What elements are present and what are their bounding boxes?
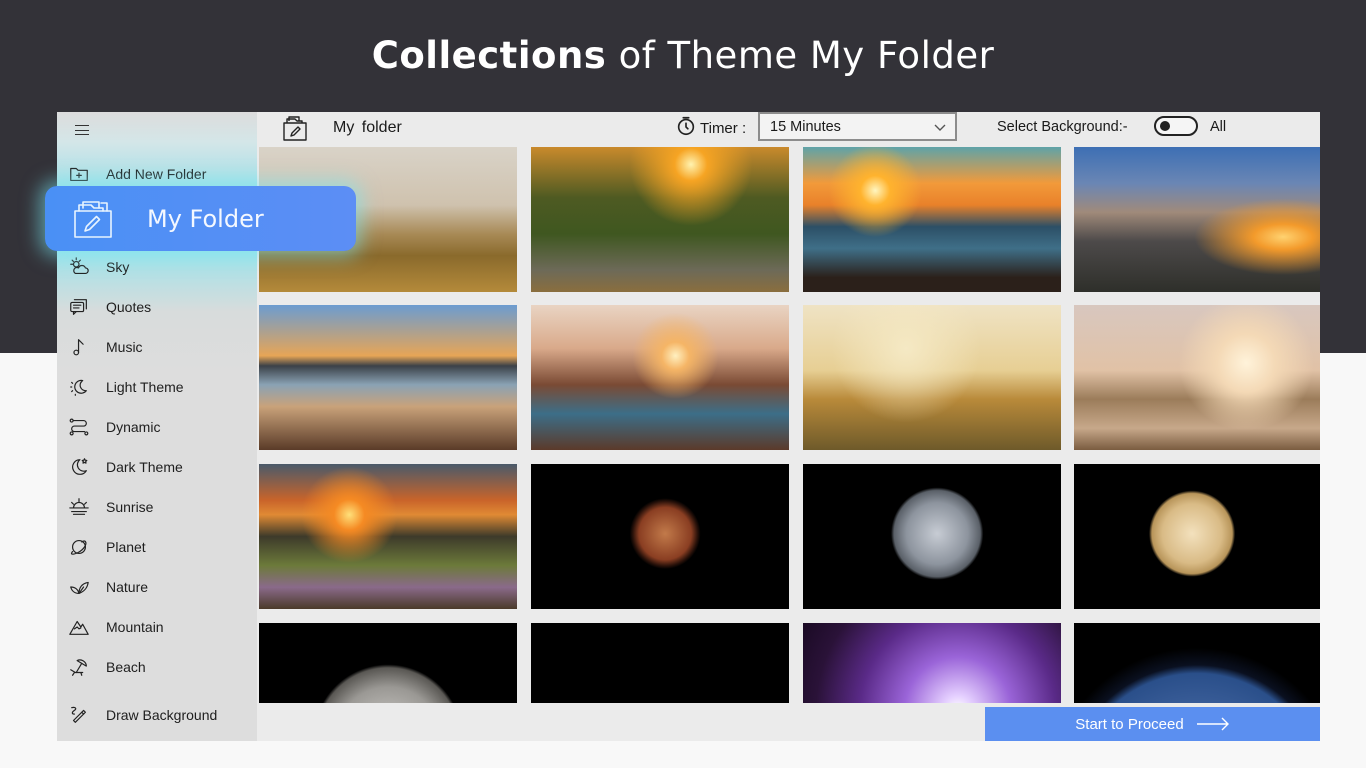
toggle-knob bbox=[1160, 121, 1170, 131]
sidebar-item-label: Light Theme bbox=[106, 379, 184, 395]
toolbar: My folder Timer : 15 Minutes Select Back… bbox=[257, 112, 1320, 144]
thumbnail-clouds-mountains-sunset[interactable] bbox=[1074, 147, 1320, 292]
timer-dropdown[interactable]: 15 Minutes bbox=[758, 112, 957, 141]
sidebar-item-mountain[interactable]: Mountain bbox=[57, 609, 257, 645]
chevron-down-icon bbox=[933, 120, 947, 134]
thumbnail-solar-flare-sun[interactable] bbox=[803, 623, 1061, 703]
thumbnail-grid bbox=[259, 147, 1320, 703]
sidebar-item-label: Nature bbox=[106, 579, 149, 595]
timer-dropdown-value: 15 Minutes bbox=[770, 118, 841, 135]
background-toggle[interactable] bbox=[1154, 116, 1198, 136]
folder-title: My folder bbox=[333, 119, 402, 136]
sidebar-item-beach[interactable]: Beach bbox=[57, 649, 257, 685]
sidebar-item-planet[interactable]: Planet bbox=[57, 529, 257, 565]
sidebar-item-dynamic[interactable]: Dynamic bbox=[57, 409, 257, 445]
promo-title-bold: Collections bbox=[371, 34, 607, 77]
timer-label: Timer : bbox=[700, 119, 747, 137]
draw-background-button[interactable]: Draw Background bbox=[57, 697, 257, 733]
promo-title-rest: of Theme My Folder bbox=[618, 34, 995, 77]
music-note-icon bbox=[67, 335, 91, 359]
thumbnail-beach-grass-sunset[interactable] bbox=[1074, 305, 1320, 450]
sidebar-item-label: Dark Theme bbox=[106, 459, 183, 475]
sidebar-item-music[interactable]: Music bbox=[57, 329, 257, 365]
folder-edit-icon bbox=[281, 114, 309, 142]
thumbnail-half-moon-grey[interactable] bbox=[259, 623, 517, 703]
thumbnail-planet-earth[interactable] bbox=[1074, 623, 1320, 703]
leaves-icon bbox=[67, 575, 91, 599]
sidebar-item-dark-theme[interactable]: Dark Theme bbox=[57, 449, 257, 485]
thumbnail-full-moon-golden[interactable] bbox=[1074, 464, 1320, 609]
thumbnail-sunset-over-rocky-sea[interactable] bbox=[803, 147, 1061, 292]
sidebar-item-label: Mountain bbox=[106, 619, 164, 635]
thumbnail-poppies-field[interactable] bbox=[803, 305, 1061, 450]
sidebar-item-label: Dynamic bbox=[106, 419, 161, 435]
toggle-label: All bbox=[1210, 119, 1227, 135]
sidebar-item-my-folder[interactable]: My Folder bbox=[45, 186, 356, 251]
sidebar-item-sky[interactable]: Sky bbox=[57, 249, 257, 285]
start-to-proceed-button[interactable]: Start to Proceed bbox=[985, 707, 1320, 741]
timer-group: Timer : bbox=[675, 114, 746, 142]
moon-star-icon bbox=[67, 455, 91, 479]
hamburger-icon[interactable] bbox=[75, 124, 91, 136]
chat-bubbles-icon bbox=[67, 295, 91, 319]
thumbnail-canyon-river-sunburst[interactable] bbox=[531, 305, 789, 450]
sidebar-item-label: Sunrise bbox=[106, 499, 154, 515]
folder-edit-icon bbox=[71, 197, 115, 241]
sidebar-item-label: Quotes bbox=[106, 299, 152, 315]
planet-icon bbox=[67, 535, 91, 559]
sidebar-item-sunrise[interactable]: Sunrise bbox=[57, 489, 257, 525]
sidebar-item-label: Beach bbox=[106, 659, 146, 675]
add-new-folder-label: Add New Folder bbox=[106, 166, 207, 182]
stopwatch-icon bbox=[675, 115, 697, 142]
thumbnail-red-moon-eclipse[interactable] bbox=[531, 464, 789, 609]
mountain-icon bbox=[67, 615, 91, 639]
sidebar-item-nature[interactable]: Nature bbox=[57, 569, 257, 605]
sidebar-item-label: Music bbox=[106, 339, 143, 355]
sidebar-item-light-theme[interactable]: Light Theme bbox=[57, 369, 257, 405]
moon-sun-icon bbox=[67, 375, 91, 399]
select-background-label: Select Background:- bbox=[997, 119, 1128, 135]
pencil-scribble-icon bbox=[67, 703, 91, 727]
draw-background-label: Draw Background bbox=[106, 707, 218, 723]
thumbnail-full-moon-grey[interactable] bbox=[803, 464, 1061, 609]
thumbnail-wooden-pier-lake[interactable] bbox=[259, 305, 517, 450]
sidebar-item-label: Sky bbox=[106, 259, 130, 275]
sun-cloud-icon bbox=[67, 255, 91, 279]
sidebar-item-quotes[interactable]: Quotes bbox=[57, 289, 257, 325]
folder-plus-icon bbox=[67, 162, 91, 186]
thumbnail-crescent-moon[interactable] bbox=[531, 623, 789, 703]
beach-umbrella-icon bbox=[67, 655, 91, 679]
my-folder-label: My Folder bbox=[147, 204, 264, 233]
arrow-right-icon bbox=[1196, 717, 1230, 731]
proceed-label: Start to Proceed bbox=[1075, 715, 1184, 733]
promo-title: Collections of Theme My Folder bbox=[0, 34, 1366, 77]
thumbnail-forest-fiery-sunset[interactable] bbox=[259, 464, 517, 609]
sidebar-item-label: Planet bbox=[106, 539, 146, 555]
sunrise-icon bbox=[67, 495, 91, 519]
thumbnail-railway-track-sunset[interactable] bbox=[531, 147, 789, 292]
flow-nodes-icon bbox=[67, 415, 91, 439]
